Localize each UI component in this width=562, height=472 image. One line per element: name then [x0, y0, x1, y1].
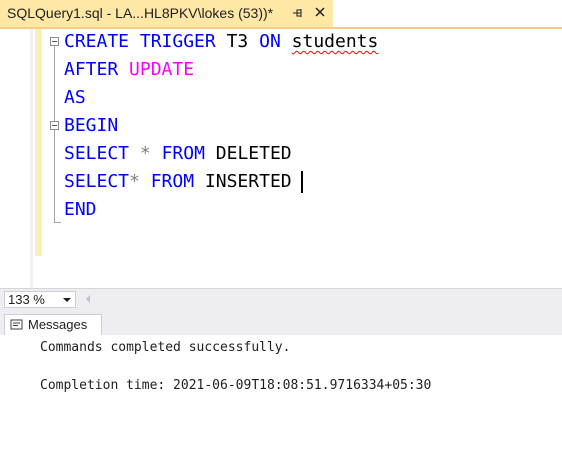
message-line: Completion time: 2021-06-09T18:08:51.971… — [40, 378, 432, 393]
editor-status-bar: 133 % — [0, 288, 562, 311]
keyword: ON — [259, 31, 281, 52]
document-tab-bar: SQLQuery1.sql - LA...HL8PKV\lokes (53))* — [0, 0, 562, 29]
results-pane: Messages Commands completed successfully… — [0, 311, 562, 472]
keyword: BEGIN — [64, 115, 119, 136]
code-line[interactable]: CREATE TRIGGER T3 ON students — [64, 28, 378, 56]
code-line[interactable]: AS — [64, 84, 86, 112]
query-editor[interactable]: CREATE TRIGGER T3 ON students AFTER UPDA… — [0, 29, 562, 288]
document-tab-title: SQLQuery1.sql - LA...HL8PKV\lokes (53))* — [7, 5, 274, 21]
code-line[interactable]: AFTER UPDATE — [64, 56, 194, 84]
function-keyword: UPDATE — [129, 59, 195, 80]
tab-messages-label: Messages — [28, 317, 88, 332]
keyword: END — [64, 199, 97, 220]
table-name: DELETED — [215, 143, 292, 164]
document-tab[interactable]: SQLQuery1.sql - LA...HL8PKV\lokes (53))* — [0, 0, 333, 27]
results-tab-bar: Messages — [0, 311, 562, 335]
outline-guide-end — [54, 222, 61, 223]
table-name: students — [291, 31, 379, 52]
collapse-icon[interactable] — [50, 121, 59, 130]
keyword: TRIGGER — [139, 31, 216, 52]
keyword: CREATE — [64, 31, 130, 52]
trigger-name: T3 — [226, 31, 249, 52]
text-caret — [300, 171, 303, 193]
messages-icon — [10, 319, 23, 330]
code-line[interactable]: SELECT * FROM DELETED — [64, 140, 292, 168]
keyword: FROM — [150, 171, 195, 192]
operator: * — [139, 143, 151, 164]
chevron-down-icon[interactable] — [63, 298, 71, 302]
zoom-value: 133 % — [8, 292, 45, 307]
code-line[interactable]: SELECT* FROM INSERTED — [64, 168, 303, 196]
zoom-dropdown[interactable]: 133 % — [4, 291, 76, 308]
code-line[interactable]: END — [64, 196, 97, 224]
close-icon[interactable] — [313, 5, 327, 19]
message-line: Commands completed successfully. — [40, 340, 291, 355]
keyword: AS — [64, 87, 86, 108]
collapse-icon[interactable] — [50, 37, 59, 46]
editor-margin — [30, 29, 33, 288]
keyword: AFTER — [64, 59, 119, 80]
table-name: INSERTED — [204, 171, 292, 192]
outline-guide — [54, 130, 55, 222]
keyword: SELECT — [64, 143, 130, 164]
code-line[interactable]: BEGIN — [64, 112, 118, 140]
change-tracking-bar — [35, 29, 42, 256]
outline-guide — [54, 46, 55, 124]
keyword: SELECT — [64, 171, 130, 192]
scroll-left-icon[interactable] — [86, 295, 90, 303]
pin-icon[interactable] — [292, 7, 304, 19]
operator: * — [129, 171, 140, 192]
keyword: FROM — [161, 143, 205, 164]
tab-messages[interactable]: Messages — [4, 314, 102, 335]
